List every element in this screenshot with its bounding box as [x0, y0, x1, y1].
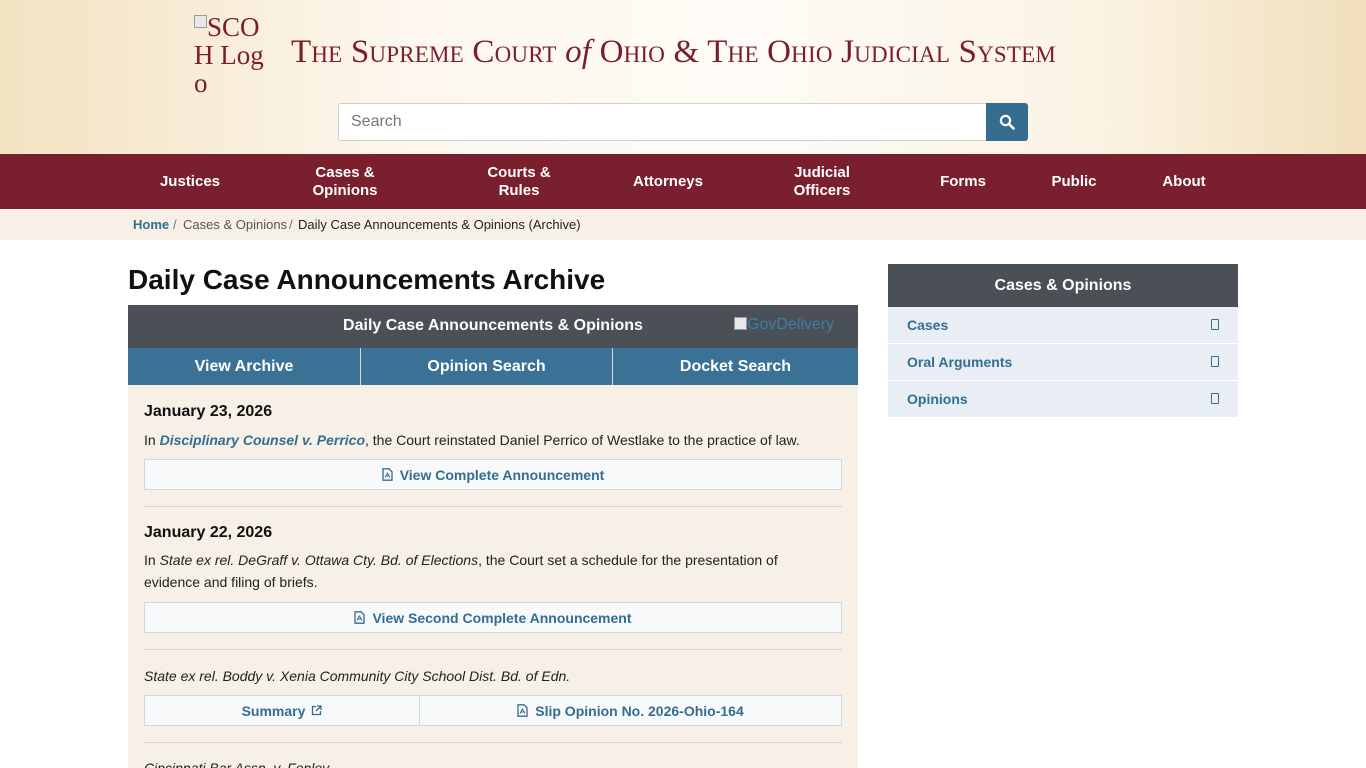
- button-label: View Complete Announcement: [399, 466, 605, 483]
- site-title-of: of: [565, 34, 592, 70]
- summary-label: Summary: [241, 702, 306, 719]
- sidebar-item-cases[interactable]: Cases: [888, 307, 1238, 344]
- sidebar-item-oral-arguments[interactable]: Oral Arguments: [888, 344, 1238, 381]
- nav-item-forms[interactable]: Forms: [918, 154, 1008, 209]
- nav-item-justices[interactable]: Justices: [140, 154, 240, 209]
- nav-item-attorneys[interactable]: Attorneys: [618, 154, 718, 209]
- govdelivery-link[interactable]: GovDelivery: [734, 316, 834, 334]
- slip-opinion-label: Slip Opinion No. 2026-Ohio-164: [535, 702, 744, 719]
- opinion-case-name: State ex rel. Boddy v. Xenia Community C…: [144, 668, 571, 684]
- announcement-prefix: In: [144, 432, 160, 448]
- view-second-complete-announcement-button[interactable]: View Second Complete Announcement: [144, 602, 842, 633]
- tab-docket-search[interactable]: Docket Search: [613, 348, 858, 385]
- search-input[interactable]: [338, 103, 986, 141]
- breadcrumb: Home / Cases & Opinions / Daily Case Ann…: [0, 209, 1366, 240]
- sidebar-item-opinions[interactable]: Opinions: [888, 381, 1238, 418]
- announcement-suffix: , the Court reinstated Daniel Perrico of…: [365, 432, 800, 448]
- announcement-text: In Disciplinary Counsel v. Perrico, the …: [144, 429, 834, 451]
- search-icon: [999, 114, 1015, 130]
- expand-icon: [1211, 356, 1219, 367]
- site-logo[interactable]: SCOH Logo: [194, 13, 270, 97]
- nav-item-courts-rules[interactable]: Courts & Rules: [478, 154, 560, 209]
- case-name: State ex rel. DeGraff v. Ottawa Cty. Bd.…: [159, 552, 479, 568]
- tab-view-archive[interactable]: View Archive: [128, 348, 361, 385]
- tab-opinion-search[interactable]: Opinion Search: [361, 348, 613, 385]
- slip-opinion-link[interactable]: Slip Opinion No. 2026-Ohio-164: [420, 696, 841, 725]
- main-nav: Justices Cases & Opinions Courts & Rules…: [0, 154, 1366, 209]
- sidebar-item-label: Cases: [907, 317, 949, 333]
- breadcrumb-current: Daily Case Announcements & Opinions (Arc…: [298, 217, 581, 232]
- announcement-date: January 23, 2026: [144, 403, 273, 420]
- expand-icon: [1211, 393, 1219, 404]
- sidebar-item-label: Opinions: [907, 391, 968, 407]
- announcement-text: In State ex rel. DeGraff v. Ottawa Cty. …: [144, 549, 814, 593]
- sidebar-title: Cases & Opinions: [888, 264, 1238, 307]
- nav-item-cases-opinions[interactable]: Cases & Opinions: [300, 154, 390, 209]
- breadcrumb-cases-opinions[interactable]: Cases & Opinions: [183, 217, 287, 232]
- button-label: View Second Complete Announcement: [372, 609, 632, 626]
- nav-item-judicial-officers[interactable]: Judicial Officers: [782, 154, 862, 209]
- broken-image-icon: [194, 15, 207, 28]
- broken-image-icon: [734, 317, 747, 330]
- sidebar-item-label: Oral Arguments: [907, 354, 1013, 370]
- pdf-file-icon: [382, 468, 393, 481]
- case-link[interactable]: Disciplinary Counsel v. Perrico: [160, 432, 365, 448]
- page-title: Daily Case Announcements Archive: [128, 264, 606, 295]
- nav-item-about[interactable]: About: [1144, 154, 1224, 209]
- announcements-panel-header: Daily Case Announcements & Opinions GovD…: [128, 305, 858, 348]
- expand-icon: [1211, 319, 1219, 330]
- breadcrumb-separator: /: [173, 217, 177, 232]
- summary-link[interactable]: Summary: [145, 696, 420, 725]
- divider: [144, 506, 842, 507]
- pdf-file-icon: [354, 611, 366, 624]
- govdelivery-alt-text: GovDelivery: [747, 316, 835, 333]
- announcement-date: January 22, 2026: [144, 524, 273, 541]
- breadcrumb-separator: /: [289, 217, 293, 232]
- divider: [144, 649, 842, 650]
- site-header: SCOH Logo The Supreme Court of Ohio & Th…: [0, 0, 1366, 154]
- search-button[interactable]: [986, 103, 1028, 141]
- opinion-actions: Summary Slip Opinion No. 2026-Ohio-164: [144, 695, 842, 726]
- site-title[interactable]: The Supreme Court of Ohio & The Ohio Jud…: [291, 34, 1056, 71]
- nav-item-public[interactable]: Public: [1034, 154, 1114, 209]
- opinion-case-name: Cincinnati Bar Assn. v. Fenley: [144, 760, 330, 768]
- external-link-icon: [311, 705, 323, 716]
- divider: [144, 742, 842, 743]
- announcement-prefix: In: [144, 552, 160, 568]
- site-title-part-1: The Supreme Court: [291, 34, 557, 70]
- view-complete-announcement-button[interactable]: View Complete Announcement: [144, 459, 842, 490]
- breadcrumb-home[interactable]: Home: [133, 217, 169, 232]
- pdf-file-icon: [517, 704, 528, 717]
- site-title-part-2: Ohio & The Ohio Judicial System: [599, 34, 1057, 70]
